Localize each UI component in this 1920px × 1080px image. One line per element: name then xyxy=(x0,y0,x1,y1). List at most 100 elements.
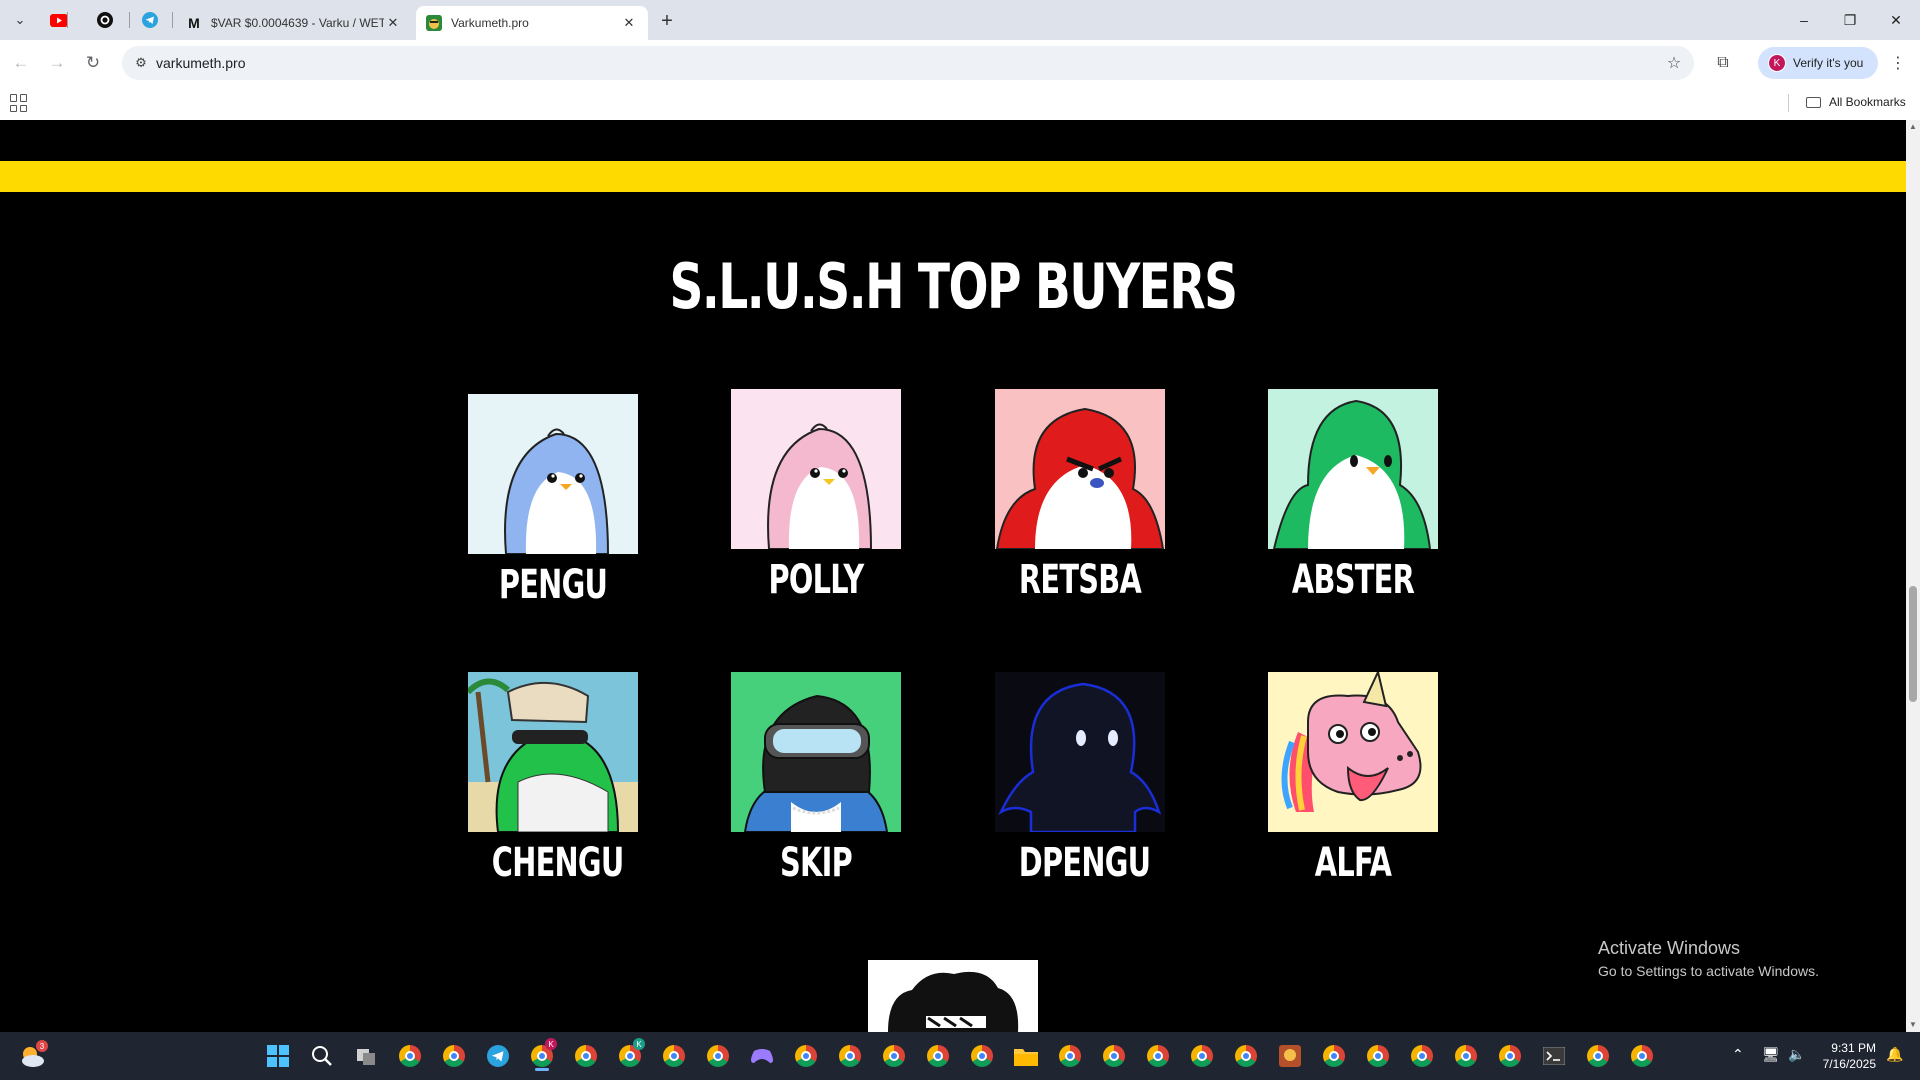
start-button[interactable] xyxy=(263,1041,293,1071)
chrome-taskbar-app[interactable] xyxy=(1583,1041,1613,1071)
chrome-taskbar-app[interactable] xyxy=(659,1041,689,1071)
close-window-button[interactable]: ✕ xyxy=(1874,4,1918,36)
active-indicator xyxy=(535,1068,549,1071)
tab-strip: ⌄ M $VAR $0.0004639 - Varku / WET ✕ Vark… xyxy=(0,0,1920,40)
terminal-app[interactable] xyxy=(1539,1041,1569,1071)
file-explorer-app[interactable] xyxy=(1011,1041,1041,1071)
chrome-taskbar-app[interactable] xyxy=(1495,1041,1525,1071)
address-bar[interactable]: ⚙ varkumeth.pro ☆ xyxy=(122,46,1694,80)
all-bookmarks-button[interactable]: All Bookmarks xyxy=(1806,95,1906,109)
scrollbar-thumb[interactable] xyxy=(1909,586,1917,702)
folder-icon xyxy=(1806,96,1821,108)
chrome-icon xyxy=(1323,1045,1345,1067)
varkumeth-favicon-icon xyxy=(426,15,442,31)
weather-widget[interactable]: 3 xyxy=(18,1040,48,1070)
network-icon[interactable]: 🖥 xyxy=(1762,1046,1780,1063)
chrome-taskbar-app[interactable] xyxy=(1231,1041,1261,1071)
notification-bell-icon[interactable]: 🔔 xyxy=(1886,1046,1903,1063)
menu-kebab-icon[interactable]: ⋮ xyxy=(1886,50,1910,76)
windows-logo-icon xyxy=(267,1045,289,1067)
chrome-icon xyxy=(1631,1045,1653,1067)
telegram-pinned-tab[interactable] xyxy=(139,9,161,31)
apps-grid-icon[interactable] xyxy=(10,94,28,112)
telegram-icon xyxy=(487,1045,509,1067)
chrome-icon xyxy=(883,1045,905,1067)
chrome-taskbar-app[interactable] xyxy=(395,1041,425,1071)
weather-badge: 3 xyxy=(36,1040,48,1052)
buyer-name: SKIP xyxy=(779,840,853,886)
task-view-button[interactable] xyxy=(351,1041,381,1071)
chrome-taskbar-app[interactable] xyxy=(791,1041,821,1071)
url-text[interactable]: varkumeth.pro xyxy=(156,55,245,71)
back-arrow-icon[interactable]: ← xyxy=(6,48,36,78)
tray-overflow-chevron-icon[interactable]: ⌃ xyxy=(1732,1046,1744,1063)
chrome-taskbar-app[interactable] xyxy=(571,1041,601,1071)
chrome-taskbar-app[interactable] xyxy=(439,1041,469,1071)
tab-varku[interactable]: M $VAR $0.0004639 - Varku / WET ✕ xyxy=(176,6,412,40)
tab-varkumeth[interactable]: Varkumeth.pro ✕ xyxy=(416,6,648,40)
activate-subtitle: Go to Settings to activate Windows. xyxy=(1598,963,1819,979)
chrome-taskbar-app[interactable] xyxy=(703,1041,733,1071)
chrome-icon xyxy=(1191,1045,1213,1067)
buyer-card-partial xyxy=(868,960,1038,1032)
chrome-taskbar-app[interactable] xyxy=(1319,1041,1349,1071)
profile-badge: K xyxy=(633,1038,645,1050)
chrome-taskbar-app[interactable] xyxy=(1627,1041,1657,1071)
chrome-taskbar-app[interactable] xyxy=(835,1041,865,1071)
tab-close-icon[interactable]: ✕ xyxy=(620,14,638,32)
chrome-taskbar-app[interactable] xyxy=(1099,1041,1129,1071)
chrome-icon xyxy=(1499,1045,1521,1067)
chrome-taskbar-app[interactable] xyxy=(923,1041,953,1071)
chrome-taskbar-app[interactable]: K xyxy=(615,1038,645,1071)
scroll-down-icon[interactable]: ▼ xyxy=(1908,1020,1918,1030)
game-controller-app[interactable] xyxy=(747,1041,777,1071)
chrome-taskbar-app[interactable] xyxy=(1363,1041,1393,1071)
chrome-taskbar-app[interactable] xyxy=(1187,1041,1217,1071)
new-tab-button[interactable]: + xyxy=(654,8,680,34)
browser-toolbar: ← → ↻ ⚙ varkumeth.pro ☆ ⧉ K Verify it's … xyxy=(0,40,1920,86)
bookmark-star-icon[interactable]: ☆ xyxy=(1664,53,1684,73)
chrome-icon xyxy=(1147,1045,1169,1067)
chrome-taskbar-app[interactable] xyxy=(1451,1041,1481,1071)
chrome-taskbar-app[interactable] xyxy=(967,1041,997,1071)
buyer-card-dpengu: DPENGU xyxy=(995,672,1165,886)
tab-search-icon[interactable]: ⌄ xyxy=(7,7,33,33)
chrome-taskbar-app[interactable] xyxy=(1407,1041,1437,1071)
chrome-taskbar-app[interactable] xyxy=(1143,1041,1173,1071)
telegram-taskbar-app[interactable] xyxy=(483,1041,513,1071)
task-view-icon xyxy=(357,1049,375,1065)
chrome-taskbar-app[interactable] xyxy=(1055,1041,1085,1071)
site-info-icon[interactable]: ⚙ xyxy=(132,54,150,72)
tab-close-icon[interactable]: ✕ xyxy=(384,14,402,32)
game-app[interactable] xyxy=(1275,1041,1305,1071)
buyer-card-abster: ABSTER xyxy=(1268,389,1438,603)
buyer-name: POLLY xyxy=(768,557,864,603)
activate-windows-watermark: Activate Windows Go to Settings to activ… xyxy=(1598,938,1819,979)
threads-pinned-tab[interactable] xyxy=(94,9,116,31)
chrome-taskbar-app[interactable] xyxy=(879,1041,909,1071)
verify-profile-button[interactable]: K Verify it's you xyxy=(1758,47,1878,79)
buyer-name: RETSBA xyxy=(1018,557,1142,603)
buyer-card-skip: SKIP xyxy=(731,672,901,886)
page-heading: S.L.U.S.H TOP BUYERS xyxy=(669,250,1238,323)
volume-icon[interactable]: 🔈 xyxy=(1788,1046,1805,1063)
game-app-icon xyxy=(1279,1045,1301,1067)
reload-icon[interactable]: ↻ xyxy=(78,48,108,78)
buyer-name: PENGU xyxy=(498,562,608,608)
forward-arrow-icon[interactable]: → xyxy=(42,48,72,78)
minimize-button[interactable]: – xyxy=(1782,4,1826,36)
system-clock[interactable]: 9:31 PM 7/16/2025 xyxy=(1808,1040,1876,1072)
scroll-up-icon[interactable]: ▲ xyxy=(1908,122,1918,132)
search-button[interactable] xyxy=(307,1041,337,1071)
youtube-icon xyxy=(50,13,68,27)
clock-time: 9:31 PM xyxy=(1831,1041,1876,1055)
chrome-icon xyxy=(707,1045,729,1067)
page-scrollbar[interactable]: ▲ ▼ xyxy=(1906,120,1920,1032)
abster-avatar-image xyxy=(1268,389,1438,549)
chrome-icon xyxy=(1103,1045,1125,1067)
all-bookmarks-label: All Bookmarks xyxy=(1829,95,1906,109)
chrome-icon xyxy=(1455,1045,1477,1067)
restore-button[interactable]: ❐ xyxy=(1828,4,1872,36)
chrome-taskbar-app-active[interactable]: K xyxy=(527,1038,557,1071)
extensions-icon[interactable]: ⧉ xyxy=(1710,50,1736,76)
